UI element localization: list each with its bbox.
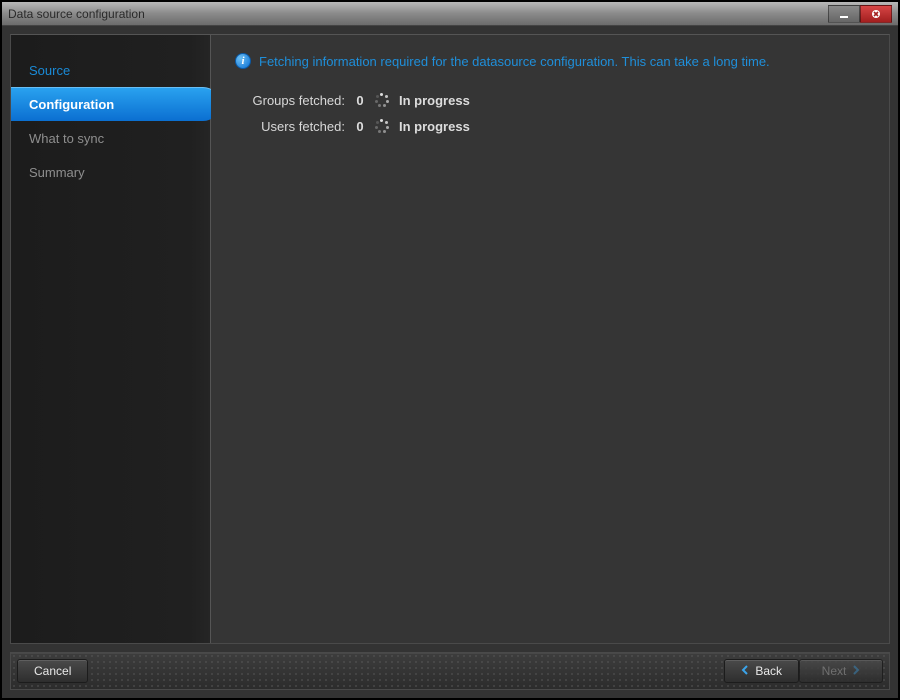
window-controls	[828, 5, 892, 23]
fetch-row-users: Users fetched: 0 In progress	[235, 113, 865, 139]
window-title: Data source configuration	[8, 7, 828, 21]
close-icon	[871, 9, 881, 19]
spinner-icon	[375, 119, 389, 133]
fetch-label: Users fetched:	[235, 119, 345, 134]
cancel-button[interactable]: Cancel	[17, 659, 88, 683]
content-pane: Source Configuration What to sync Summar…	[10, 34, 890, 644]
wizard-sidebar: Source Configuration What to sync Summar…	[11, 35, 211, 643]
main-panel: Fetching information required for the da…	[211, 35, 889, 643]
info-text: Fetching information required for the da…	[259, 54, 770, 69]
fetch-count: 0	[355, 93, 365, 108]
minimize-button[interactable]	[828, 5, 860, 23]
sidebar-item-summary[interactable]: Summary	[11, 155, 210, 189]
fetch-row-groups: Groups fetched: 0 In progress	[235, 87, 865, 113]
info-icon	[235, 53, 251, 69]
close-button[interactable]	[860, 5, 892, 23]
fetch-label: Groups fetched:	[235, 93, 345, 108]
sidebar-item-label: What to sync	[29, 131, 104, 146]
titlebar[interactable]: Data source configuration	[2, 2, 898, 26]
button-label: Cancel	[34, 664, 71, 678]
back-button[interactable]: Back	[724, 659, 799, 683]
chevron-right-icon	[852, 664, 860, 678]
button-label: Back	[755, 664, 782, 678]
chevron-left-icon	[741, 664, 749, 678]
next-button[interactable]: Next	[799, 659, 883, 683]
sidebar-item-configuration[interactable]: Configuration	[11, 87, 220, 121]
sidebar-item-label: Configuration	[29, 97, 114, 112]
sidebar-item-label: Summary	[29, 165, 85, 180]
fetch-status: In progress	[399, 93, 470, 108]
sidebar-item-label: Source	[29, 63, 70, 78]
fetch-count: 0	[355, 119, 365, 134]
info-banner: Fetching information required for the da…	[235, 53, 865, 69]
button-label: Next	[822, 664, 847, 678]
spinner-icon	[375, 93, 389, 107]
fetch-status: In progress	[399, 119, 470, 134]
minimize-icon	[839, 9, 849, 19]
dialog-window: Data source configuration Source Configu…	[0, 0, 900, 700]
sidebar-item-source[interactable]: Source	[11, 53, 210, 87]
client-area: Source Configuration What to sync Summar…	[2, 26, 898, 698]
sidebar-item-what-to-sync[interactable]: What to sync	[11, 121, 210, 155]
footer-bar: Cancel Back Next	[10, 652, 890, 690]
